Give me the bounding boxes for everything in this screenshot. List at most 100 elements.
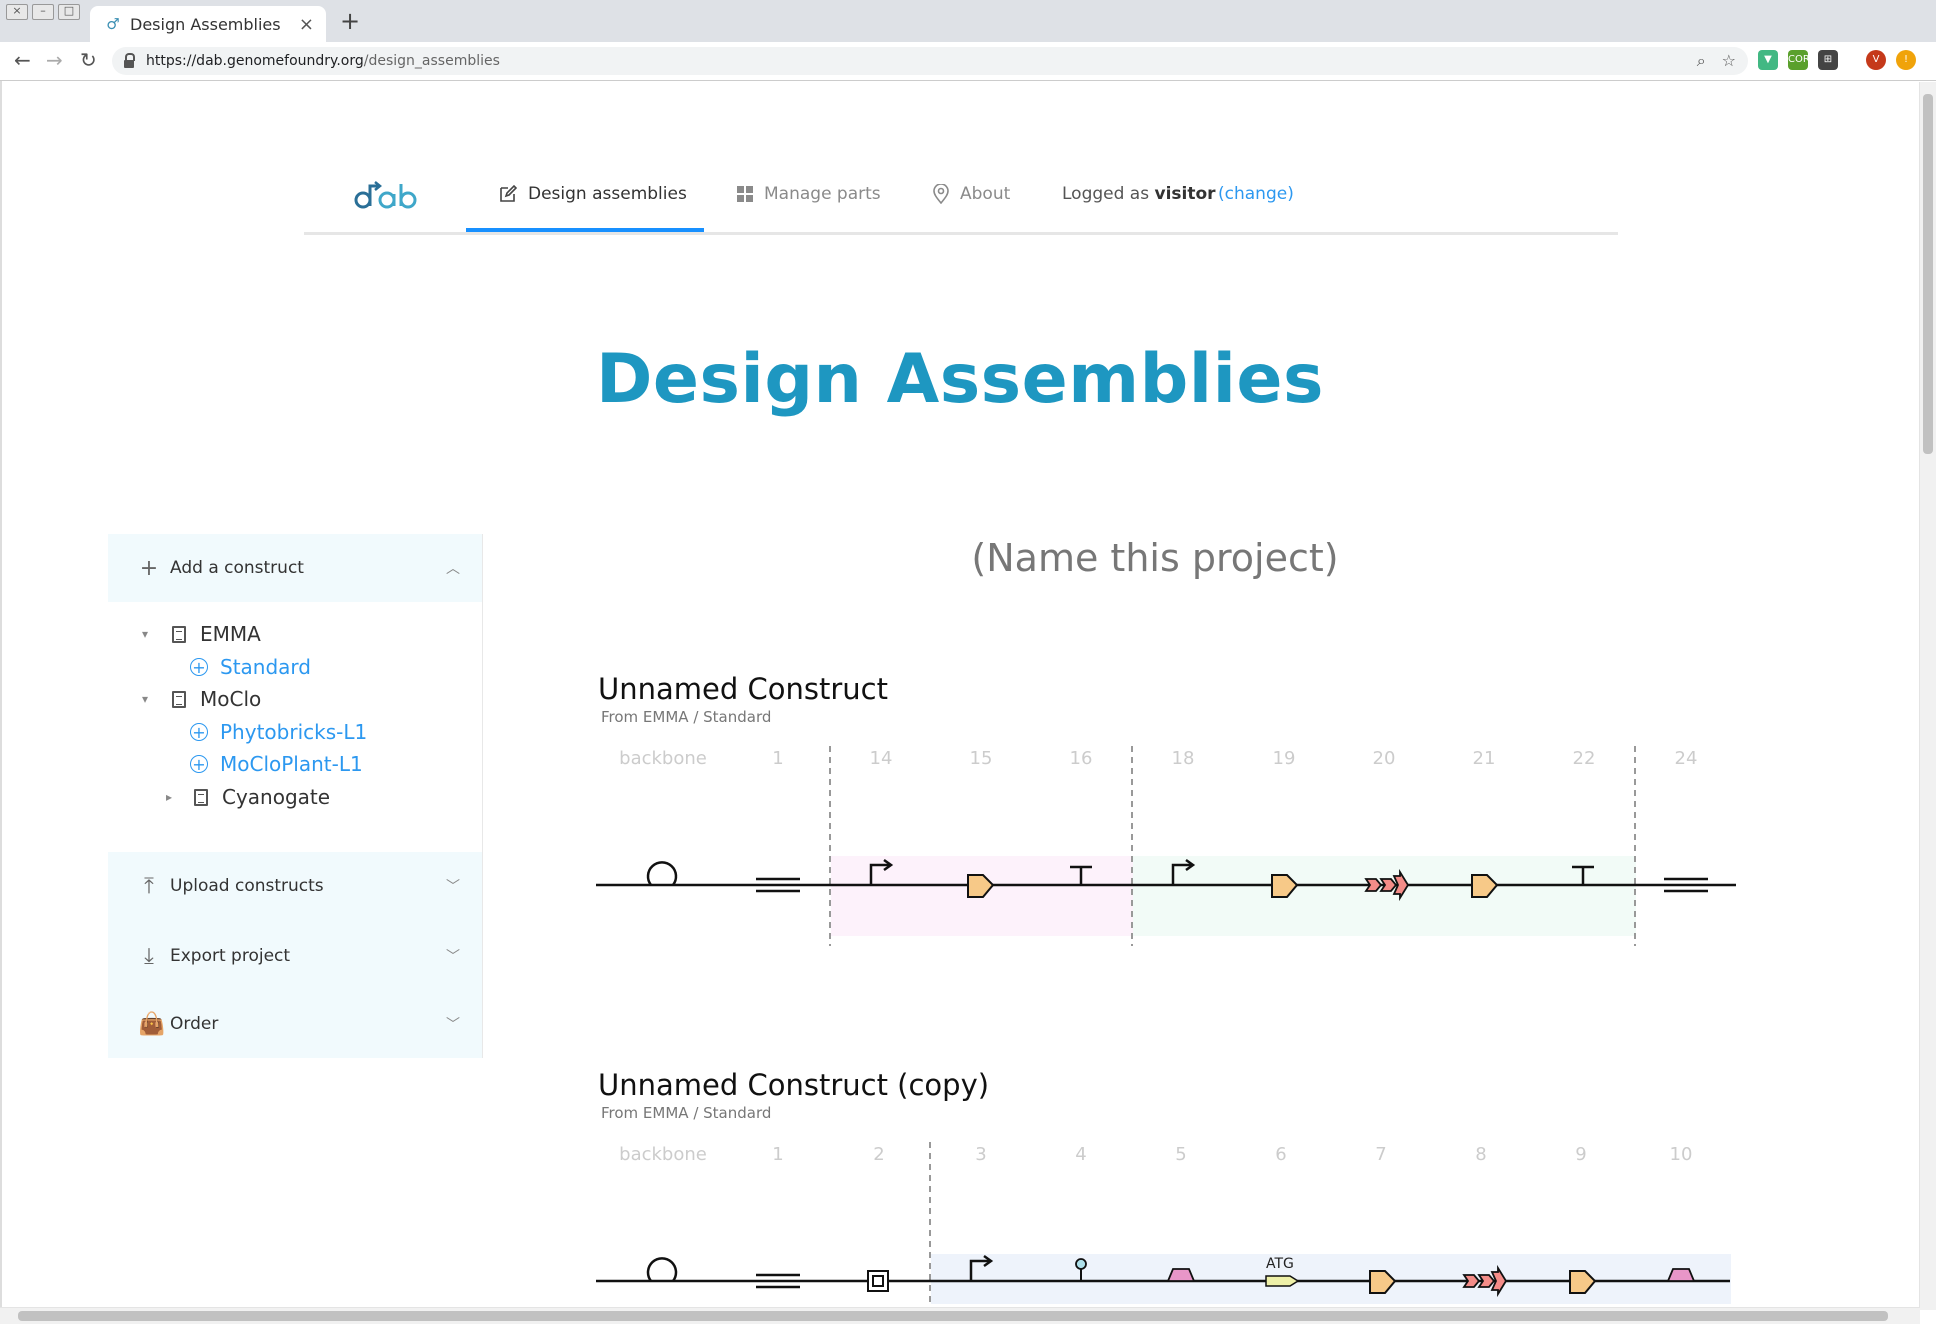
assembly-scar-icon[interactable]	[756, 877, 800, 893]
terminator-icon[interactable]	[1070, 865, 1092, 885]
highlight-region	[831, 856, 1133, 936]
zoom-icon[interactable]: ⌕	[1697, 51, 1706, 71]
location-pin-icon	[933, 184, 949, 204]
insulator-icon[interactable]	[867, 1270, 889, 1292]
profile-avatar[interactable]: V	[1866, 50, 1886, 70]
chevron-down-icon: ﹀	[446, 949, 460, 965]
assembly-scar-icon[interactable]	[1664, 877, 1708, 893]
tree-leaf-phytobricks[interactable]: + Phytobricks-L1	[190, 720, 367, 744]
plus-icon: +	[139, 555, 159, 581]
promoter-icon[interactable]	[869, 863, 889, 885]
tree-leaf-standard[interactable]: + Standard	[190, 655, 311, 679]
caret-down-icon[interactable]: ▾	[142, 627, 156, 641]
change-user-link[interactable]: (change)	[1218, 184, 1294, 204]
vertical-scrollbar[interactable]	[1919, 82, 1936, 1310]
edit-icon	[500, 184, 518, 202]
construct-title[interactable]: Unnamed Construct (copy)	[598, 1068, 989, 1102]
tree-node-emma[interactable]: ▾ EMMA	[142, 622, 261, 646]
start-codon-icon[interactable]	[1265, 1275, 1300, 1287]
slot-label: 7	[1375, 1144, 1387, 1165]
operator-icon[interactable]	[1075, 1258, 1087, 1281]
logged-prefix: Logged as	[1062, 184, 1150, 204]
dab-logo[interactable]	[354, 176, 418, 212]
browser-tab-strip: × – □ ♂ Design Assemblies × +	[0, 0, 1936, 42]
download-icon: ⤓	[144, 943, 154, 969]
rbs-icon[interactable]	[1166, 1268, 1196, 1282]
url-path: /design_assemblies	[363, 53, 500, 69]
tab-about[interactable]: About	[932, 184, 1010, 204]
maximize-window-icon[interactable]: □	[58, 4, 80, 20]
lock-icon	[124, 53, 135, 68]
origin-of-replication-icon[interactable]	[646, 861, 678, 886]
bookmark-star-icon[interactable]: ☆	[1722, 51, 1736, 71]
caret-right-icon[interactable]: ▸	[166, 790, 180, 804]
slot-label: 19	[1272, 748, 1296, 769]
highlight-region	[1133, 856, 1636, 936]
scrollbar-thumb[interactable]	[18, 1311, 1888, 1321]
assembly-scar-icon[interactable]	[756, 1273, 800, 1289]
cds-icon[interactable]	[1271, 874, 1299, 898]
add-construct-panel-header[interactable]: + Add a construct ︿	[108, 534, 482, 602]
terminator-icon[interactable]	[1572, 865, 1594, 885]
construct-subtitle: From EMMA / Standard	[601, 1104, 772, 1122]
scrollbar-thumb[interactable]	[1923, 94, 1933, 454]
close-window-icon[interactable]: ×	[6, 4, 28, 20]
cds-icon[interactable]	[967, 874, 995, 898]
document-icon	[194, 788, 208, 806]
minimize-window-icon[interactable]: –	[32, 4, 54, 20]
forward-icon[interactable]: →	[46, 48, 63, 72]
tree-leaf-label[interactable]: Phytobricks-L1	[220, 720, 367, 744]
origin-of-replication-icon[interactable]	[646, 1257, 678, 1282]
caret-down-icon[interactable]: ▾	[142, 692, 156, 706]
plus-circle-icon[interactable]: +	[190, 723, 208, 741]
active-tab-indicator	[466, 228, 704, 232]
construct-1-diagram	[596, 746, 1736, 946]
sidebar: + Add a construct ︿ ▾ EMMA + Standard ▾ …	[108, 534, 483, 1058]
slot-label: 1	[772, 748, 784, 769]
tree-node-label: MoClo	[200, 687, 262, 711]
construct-title[interactable]: Unnamed Construct	[598, 672, 888, 706]
main-nav: Design assemblies Manage parts About Log…	[304, 158, 1618, 235]
plus-circle-icon[interactable]: +	[190, 658, 208, 676]
url-host: https://dab.genomefoundry.org	[146, 53, 364, 69]
slot-label: 8	[1475, 1144, 1487, 1165]
back-icon[interactable]: ←	[14, 48, 31, 72]
tab-manage-parts[interactable]: Manage parts	[736, 184, 881, 204]
cors-extension-icon[interactable]: CORS	[1788, 50, 1816, 70]
order-panel-header[interactable]: 👜 Order ﹀	[108, 990, 482, 1058]
extension-icon[interactable]: ⊞	[1818, 50, 1838, 70]
dab-favicon-icon: ♂	[106, 15, 120, 33]
tree-leaf-label[interactable]: MoCloPlant-L1	[220, 752, 363, 776]
address-bar[interactable]: https://dab.genomefoundry.org/design_ass…	[112, 47, 1748, 75]
tab-close-icon[interactable]: ×	[299, 14, 314, 35]
tree-leaf-label[interactable]: Standard	[220, 655, 311, 679]
vue-extension-icon[interactable]: ▼	[1758, 50, 1778, 70]
project-name-field[interactable]: (Name this project)	[600, 536, 1710, 580]
reload-icon[interactable]: ↻	[80, 48, 97, 72]
tree-node-moclo[interactable]: ▾ MoClo	[142, 687, 261, 711]
slot-label: 15	[969, 748, 993, 769]
plus-circle-icon[interactable]: +	[190, 755, 208, 773]
tab-design-assemblies[interactable]: Design assemblies	[498, 184, 687, 204]
tree-leaf-mocloplant[interactable]: + MoCloPlant-L1	[190, 752, 363, 776]
cds-icon[interactable]	[1471, 874, 1499, 898]
slot-label: 6	[1275, 1144, 1287, 1165]
alert-icon[interactable]: !	[1896, 50, 1916, 70]
new-tab-icon[interactable]: +	[340, 9, 360, 33]
cds-icon[interactable]	[1569, 1270, 1597, 1294]
slot-label: backbone	[619, 748, 707, 769]
upload-constructs-panel-header[interactable]: ⤒ Upload constructs ﹀	[108, 852, 482, 920]
multi-cds-icon[interactable]	[1364, 868, 1410, 902]
browser-tab[interactable]: ♂ Design Assemblies ×	[90, 6, 326, 42]
tab-label: About	[960, 184, 1011, 204]
tree-node-label: EMMA	[200, 622, 261, 646]
tree-node-cyanogate[interactable]: ▸ Cyanogate	[166, 785, 330, 809]
horizontal-scrollbar[interactable]	[0, 1307, 1920, 1324]
export-project-panel-header[interactable]: ⤓ Export project ﹀	[108, 922, 482, 990]
promoter-icon[interactable]	[1171, 863, 1191, 885]
promoter-icon[interactable]	[969, 1259, 989, 1281]
slot-label: 21	[1472, 748, 1496, 769]
rbs-icon[interactable]	[1666, 1268, 1696, 1282]
multi-cds-icon[interactable]	[1462, 1264, 1508, 1298]
cds-icon[interactable]	[1369, 1270, 1397, 1294]
